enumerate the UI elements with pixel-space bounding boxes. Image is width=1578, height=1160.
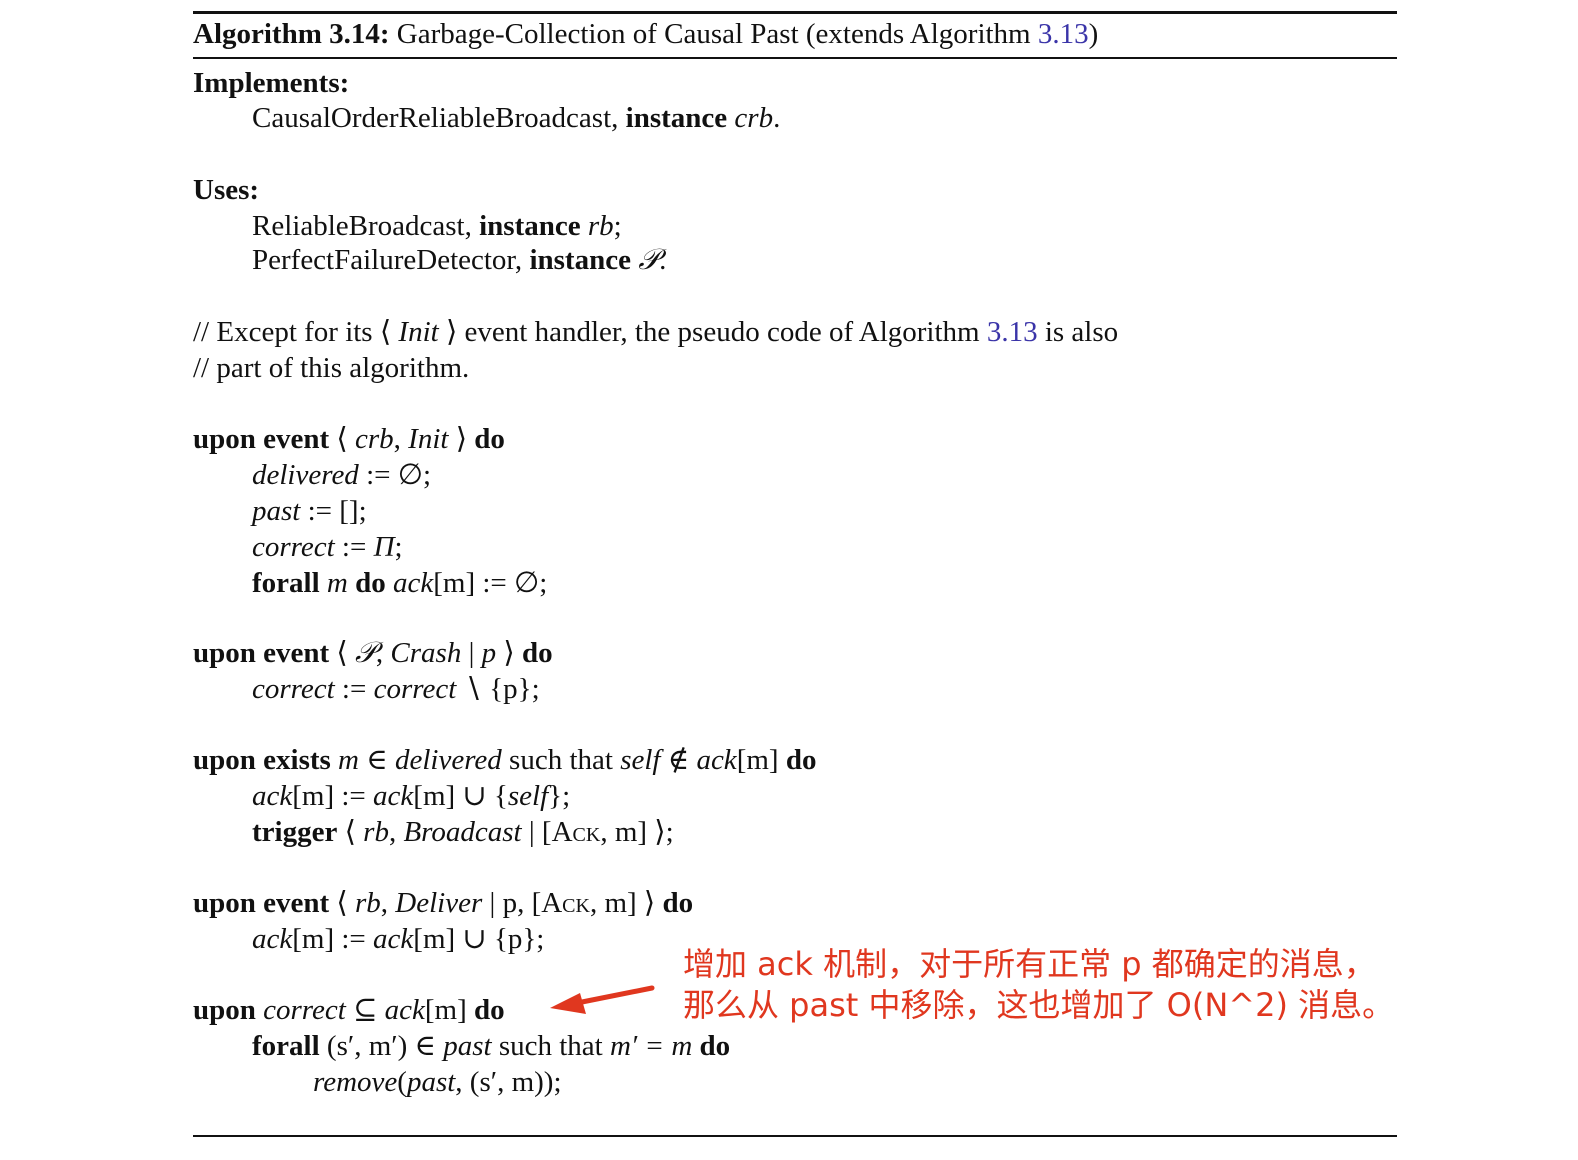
annotation-arrow-icon (550, 985, 655, 1014)
